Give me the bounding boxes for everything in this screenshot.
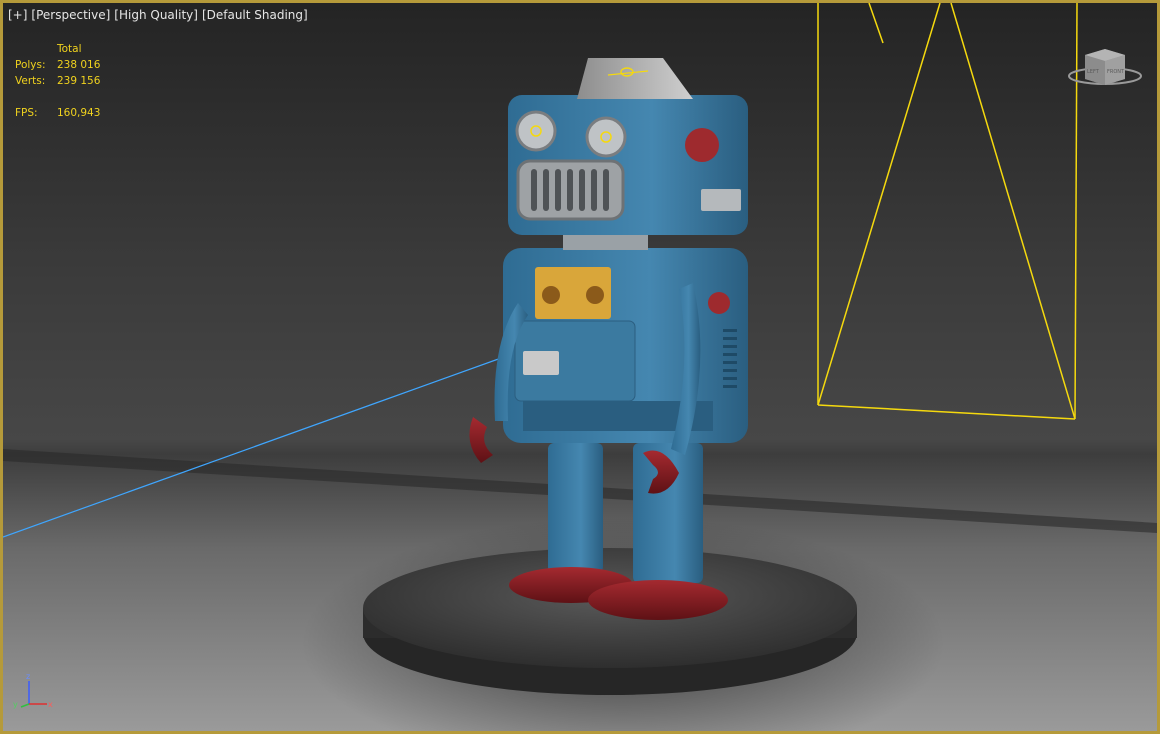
pedestal (363, 548, 857, 695)
world-axis-tripod-icon: z x y (13, 672, 53, 709)
viewport-menu-plus[interactable]: [+] (6, 8, 29, 22)
axis-y-label: y (13, 700, 18, 709)
robot-model[interactable] (469, 58, 748, 620)
axis-z-label: z (26, 672, 30, 681)
robot-eye-right (585, 116, 627, 158)
stats-header: Total (57, 43, 82, 55)
viewcube-icon[interactable]: LEFT FRONT (1067, 41, 1143, 89)
robot-head-top (577, 58, 693, 99)
viewport-label-menu[interactable]: [+] [Perspective] [High Quality] [Default S… (6, 8, 310, 22)
robot-eye-left (515, 110, 557, 152)
verts-label: Verts: (15, 75, 46, 87)
perspective-viewport[interactable]: [+] [Perspective] [High Quality] [Default S… (0, 0, 1160, 734)
viewport-statistics: Total Polys: 238 016 Verts: 239 156 FPS: 16… (15, 41, 147, 121)
viewport-menu-view[interactable]: [Perspective] (29, 8, 112, 22)
viewcube-left-label: LEFT (1087, 69, 1100, 75)
fps-value: 160,943 (57, 107, 101, 119)
verts-value: 239 156 (57, 75, 101, 87)
fps-label: FPS: (15, 107, 38, 119)
spotlight-gizmo[interactable] (817, 3, 1078, 420)
robot-leg-left (548, 443, 603, 573)
robot-foot-right (588, 580, 728, 620)
viewport-menu-quality[interactable]: [High Quality] (112, 8, 200, 22)
robot-claw-left (469, 417, 493, 463)
robot-ear (685, 128, 719, 162)
polys-label: Polys: (15, 59, 46, 71)
viewcube-front-label: FRONT (1107, 69, 1125, 75)
scene-render (3, 3, 1157, 695)
polys-value: 238 016 (57, 59, 101, 71)
axis-x-label: x (48, 700, 53, 709)
viewport-menu-shading[interactable]: [Default Shading] (200, 8, 310, 22)
